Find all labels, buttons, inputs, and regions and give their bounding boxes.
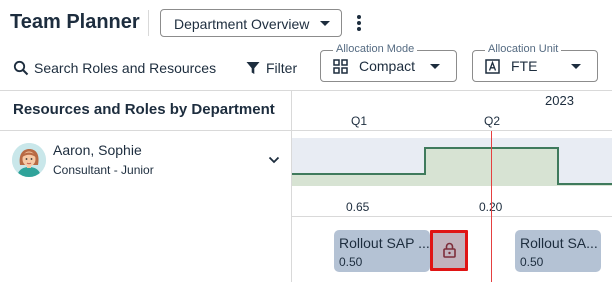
today-marker-line [491,131,492,282]
allocation-unit-label: Allocation Unit [485,43,562,55]
fte-icon [485,59,500,74]
search-icon [13,60,29,76]
allocation-mode-select[interactable]: Allocation Mode Compact [320,43,457,82]
person-avatar-icon [12,143,46,177]
app-header: Team Planner Department Overview [0,0,612,46]
caret-down-icon [571,64,581,69]
utilization-chart [292,138,612,186]
chevron-down-icon[interactable] [268,155,280,165]
grid-icon [333,59,348,74]
column-divider [291,90,292,282]
assignment-title: Rollout SAP ... [339,235,430,251]
timeline-year: 2023 [545,93,574,108]
app-title: Team Planner [10,11,140,33]
header-divider [148,10,149,36]
allocation-mode-value: Compact [359,58,416,74]
more-vertical-icon[interactable] [352,12,366,34]
resources-column-header: Resources and Roles by Department [13,101,275,118]
allocation-mode-label: Allocation Mode [333,43,418,55]
lock-icon [443,242,456,258]
search-label: Search Roles and Resources [34,60,217,76]
assignment-card[interactable]: Rollout SAP ... 0.50 [334,230,430,272]
chart-row-divider [292,216,612,217]
timeline-quarter-q1: Q1 [351,114,368,128]
allocation-unit-value: FTE [511,58,538,74]
toolbar-divider [0,90,612,91]
resource-role: Consultant - Junior [53,163,154,177]
filter-label: Filter [266,60,298,76]
allocation-unit-select[interactable]: Allocation Unit FTE [472,43,598,82]
utilization-value-q1: 0.65 [346,200,370,214]
filter-icon [246,62,260,74]
utilization-area-q1 [292,174,425,186]
caret-down-icon [430,64,440,69]
view-select-value: Department Overview [174,16,310,32]
lock-button[interactable] [430,230,468,271]
caret-down-icon [320,21,330,26]
view-select[interactable]: Department Overview [160,9,342,37]
resource-name[interactable]: Aaron, Sophie [53,142,142,158]
avatar [12,143,46,177]
assignment-title: Rollout SA... [520,235,598,251]
timeline-quarter-q2: Q2 [484,114,501,128]
assignment-value: 0.50 [339,255,363,269]
header-row-divider [0,130,612,131]
assignment-value: 0.50 [520,255,544,269]
assignment-card[interactable]: Rollout SA... 0.50 [515,230,601,272]
